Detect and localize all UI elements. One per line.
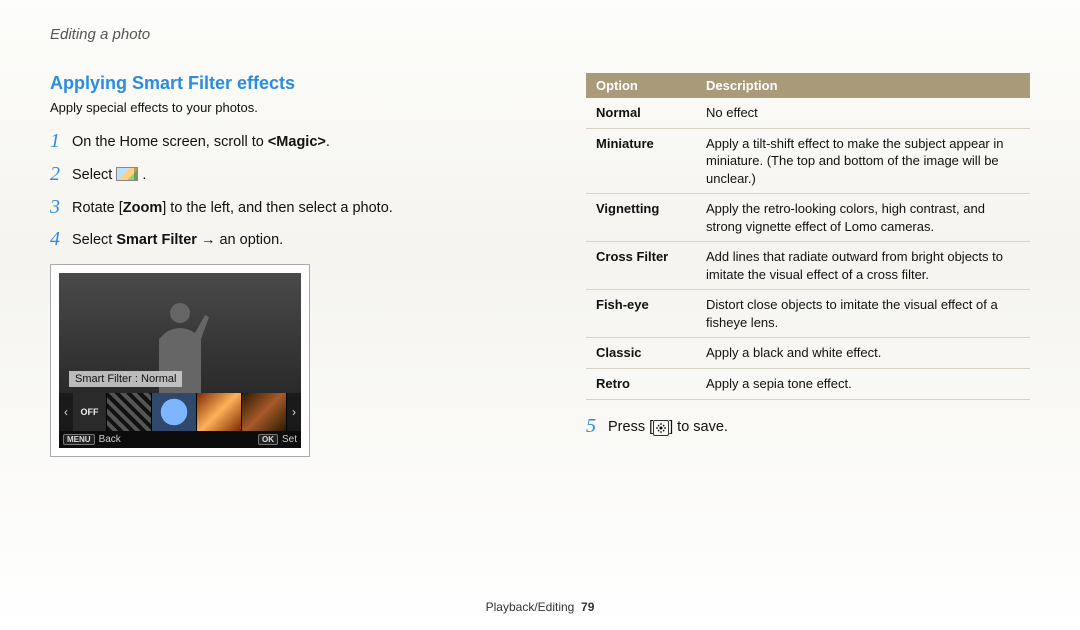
option-name: Classic [586,338,696,369]
step-4: Select Smart Filter → an option. [50,227,540,252]
table-row: ClassicApply a black and white effect. [586,338,1030,369]
camera-preview: Smart Filter : Normal ‹ OFF › MENUBack O… [50,264,310,457]
thumb-3[interactable] [197,393,242,431]
steps-list-left: On the Home screen, scroll to <Magic>. S… [50,129,540,252]
option-name: Normal [586,98,696,128]
thumb-4[interactable] [242,393,287,431]
step-5: Press [ ] to save. [586,414,1030,439]
option-desc: Apply a black and white effect. [696,338,1030,369]
col-option: Option [586,73,696,98]
save-flower-icon [653,420,669,436]
table-row: MiniatureApply a tilt-shift effect to ma… [586,128,1030,194]
filter-thumbnails: ‹ OFF › [59,393,301,431]
option-name: Retro [586,369,696,400]
col-description: Description [696,73,1030,98]
preview-image: Smart Filter : Normal [59,273,301,393]
thumbs-next-icon[interactable]: › [287,393,301,431]
options-table: Option Description NormalNo effectMiniat… [586,73,1030,400]
step-2: Select . [50,162,540,187]
table-row: VignettingApply the retro-looking colors… [586,194,1030,242]
preview-filter-label: Smart Filter : Normal [69,371,182,387]
section-title: Applying Smart Filter effects [50,73,540,94]
page-footer: Playback/Editing 79 [0,600,1080,614]
left-column: Applying Smart Filter effects Apply spec… [50,73,540,457]
option-name: Miniature [586,128,696,194]
option-desc: Add lines that radiate outward from brig… [696,242,1030,290]
thumbs-prev-icon[interactable]: ‹ [59,393,73,431]
thumb-off[interactable]: OFF [73,393,107,431]
option-desc: Apply a sepia tone effect. [696,369,1030,400]
option-name: Vignetting [586,194,696,242]
photo-edit-icon [116,167,138,181]
step-1: On the Home screen, scroll to <Magic>. [50,129,540,154]
thumb-2[interactable] [152,393,197,431]
preview-menu-back: MENUBack [63,434,121,445]
option-desc: No effect [696,98,1030,128]
option-desc: Distort close objects to imitate the vis… [696,290,1030,338]
step-3: Rotate [Zoom] to the left, and then sele… [50,195,540,220]
table-row: RetroApply a sepia tone effect. [586,369,1030,400]
breadcrumb: Editing a photo [50,26,1030,43]
section-intro: Apply special effects to your photos. [50,100,540,115]
preview-ok-set: OKSet [258,434,297,445]
thumb-1[interactable] [107,393,152,431]
option-desc: Apply the retro-looking colors, high con… [696,194,1030,242]
option-name: Cross Filter [586,242,696,290]
option-name: Fish-eye [586,290,696,338]
table-row: NormalNo effect [586,98,1030,128]
right-column: Option Description NormalNo effectMiniat… [586,73,1030,457]
table-row: Cross FilterAdd lines that radiate outwa… [586,242,1030,290]
steps-list-right: Press [ ] to save. [586,414,1030,439]
option-desc: Apply a tilt-shift effect to make the su… [696,128,1030,194]
table-row: Fish-eyeDistort close objects to imitate… [586,290,1030,338]
